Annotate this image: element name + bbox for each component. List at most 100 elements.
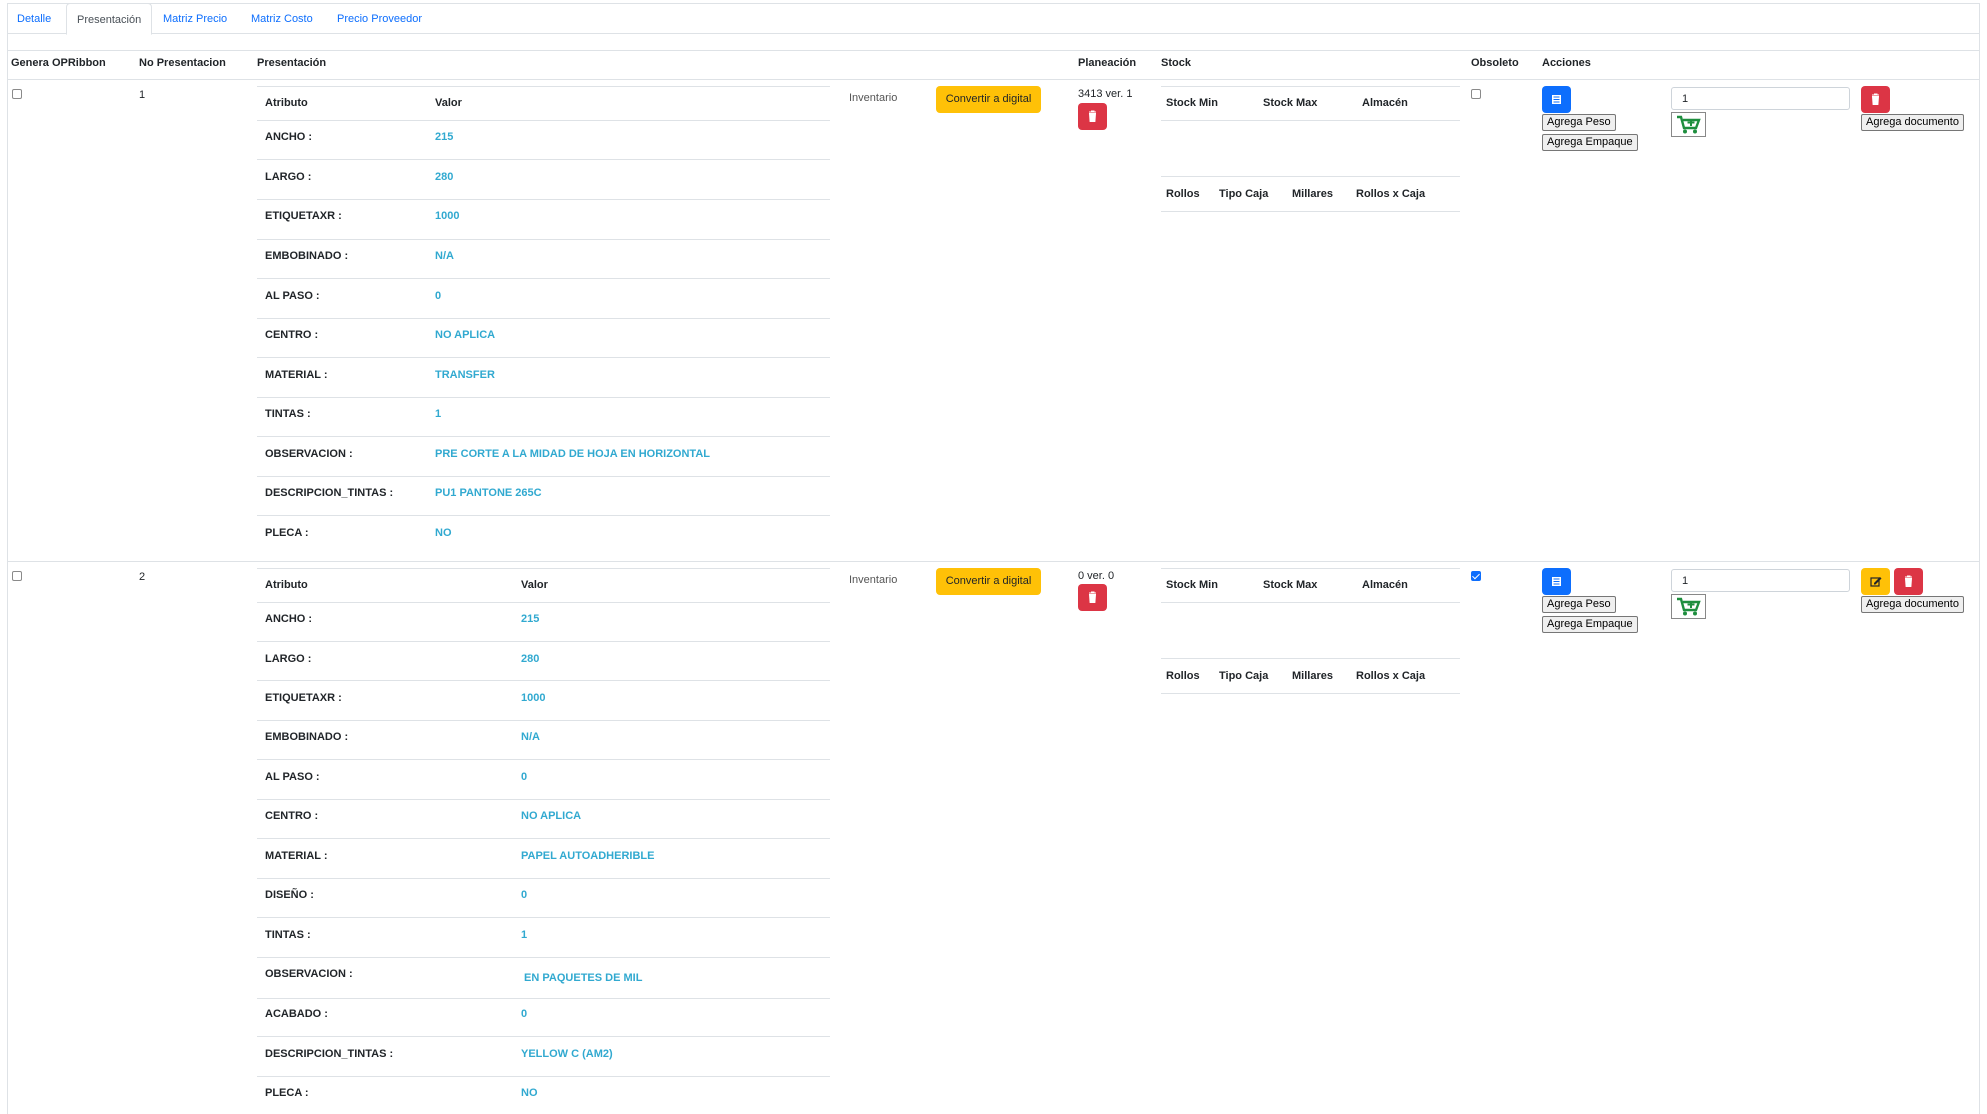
agrega-peso-button[interactable]: Agrega Peso	[1542, 114, 1616, 131]
attr-key: PLECA :	[265, 527, 309, 539]
attr-key: ANCHO :	[265, 613, 313, 625]
attr-key: TINTAS :	[265, 929, 311, 941]
stock-table: Stock Min Stock Max Almacén Rollos Tipo …	[1161, 568, 1460, 728]
attribute-table: Atributo Valor ANCHO : 215 LARGO : 280 E…	[257, 568, 830, 1114]
table-row: 2 Atributo Valor ANCHO : 215 LARGO : 280…	[0, 562, 1987, 1114]
stock-table: Stock Min Stock Max Almacén Rollos Tipo …	[1161, 86, 1460, 246]
list-icon	[1552, 577, 1561, 586]
planeacion-value: 0 ver. 0	[1078, 570, 1115, 582]
agrega-documento-button[interactable]: Agrega documento	[1861, 596, 1964, 613]
attr-value: NO	[521, 1087, 538, 1099]
col-header-stock: Stock	[1161, 57, 1191, 69]
add-to-cart-button[interactable]	[1671, 112, 1706, 137]
list-button[interactable]	[1542, 86, 1571, 113]
attr-header-atributo: Atributo	[265, 97, 308, 109]
attr-value: 215	[521, 613, 540, 625]
attr-key: CENTRO :	[265, 329, 319, 341]
attr-value: 280	[521, 653, 540, 665]
attr-key: ETIQUETAXR :	[265, 210, 342, 222]
attr-value: NO APLICA	[435, 329, 496, 341]
col-header-acciones: Acciones	[1542, 57, 1591, 69]
presentacion-number: 1	[139, 89, 146, 101]
add-to-cart-button[interactable]	[1671, 594, 1706, 619]
inventario-label: Inventario	[849, 92, 898, 104]
stock-min-header: Stock Min	[1166, 579, 1218, 591]
obsoleto-checkbox[interactable]	[1471, 571, 1481, 581]
attr-key: DESCRIPCION_TINTAS :	[265, 1048, 394, 1060]
almacen-header: Almacén	[1362, 97, 1408, 109]
agrega-empaque-button[interactable]: Agrega Empaque	[1542, 616, 1638, 633]
attr-header-atributo: Atributo	[265, 579, 308, 591]
rollos-header: Rollos	[1166, 670, 1200, 682]
stock-max-header: Stock Max	[1263, 579, 1318, 591]
tab-bar: Detalle Presentación Matriz Precio Matri…	[7, 3, 1980, 35]
col-header-no-presentacion: No Presentacion	[139, 57, 226, 69]
edit-row-button[interactable]	[1861, 568, 1890, 595]
tab-matriz-precio[interactable]: Matriz Precio	[153, 3, 237, 35]
attr-value: EN PAQUETES DE MIL	[521, 972, 643, 984]
attr-key: DISEÑO :	[265, 889, 314, 901]
attr-value: TRANSFER	[435, 369, 495, 381]
attr-key: MATERIAL :	[265, 369, 328, 381]
tipo-caja-header: Tipo Caja	[1219, 188, 1269, 200]
tab-detalle[interactable]: Detalle	[7, 3, 61, 35]
delete-row-button[interactable]	[1861, 86, 1890, 113]
convertir-digital-button[interactable]: Convertir a digital	[936, 86, 1041, 113]
attr-value: 1000	[521, 692, 546, 704]
genera-checkbox[interactable]	[12, 89, 22, 99]
attr-value: PRE CORTE A LA MIDAD DE HOJA EN HORIZONT…	[435, 448, 710, 460]
genera-checkbox[interactable]	[12, 571, 22, 581]
attr-key: ANCHO :	[265, 131, 313, 143]
attr-key: LARGO :	[265, 171, 312, 183]
rollos-header: Rollos	[1166, 188, 1200, 200]
planeacion-value: 3413 ver. 1	[1078, 88, 1133, 100]
attr-value: PU1 PANTONE 265C	[435, 487, 542, 499]
inventario-label: Inventario	[849, 574, 898, 586]
attr-value: 1	[435, 408, 442, 420]
presentacion-number: 2	[139, 571, 146, 583]
col-header-genera: Genera OPRibbon	[11, 57, 106, 69]
attr-key: PLECA :	[265, 1087, 309, 1099]
cart-plus-icon	[1677, 597, 1701, 616]
trash-icon	[1088, 591, 1097, 603]
quantity-input[interactable]: 1	[1671, 87, 1850, 110]
quantity-input[interactable]: 1	[1671, 569, 1850, 592]
agrega-peso-button[interactable]: Agrega Peso	[1542, 596, 1616, 613]
list-icon	[1552, 95, 1561, 104]
attribute-table: Atributo Valor ANCHO : 215 LARGO : 280 E…	[257, 86, 830, 556]
header-top-border	[7, 50, 1980, 51]
attr-key: AL PASO :	[265, 771, 320, 783]
list-button[interactable]	[1542, 568, 1571, 595]
attr-value: 0	[521, 889, 528, 901]
almacen-header: Almacén	[1362, 579, 1408, 591]
trash-icon	[1904, 575, 1913, 587]
trash-icon	[1088, 110, 1097, 122]
rollos-caja-header: Rollos x Caja	[1356, 670, 1426, 682]
attr-value: YELLOW C (AM2)	[521, 1048, 613, 1060]
tab-precio-proveedor[interactable]: Precio Proveedor	[327, 3, 432, 35]
attr-value: 0	[521, 1008, 528, 1020]
attr-key: CENTRO :	[265, 810, 319, 822]
convertir-digital-button[interactable]: Convertir a digital	[936, 568, 1041, 595]
attr-value: N/A	[521, 731, 540, 743]
stock-min-header: Stock Min	[1166, 97, 1218, 109]
attr-key: EMBOBINADO :	[265, 731, 349, 743]
stock-max-header: Stock Max	[1263, 97, 1318, 109]
table-row: 1 Atributo Valor ANCHO : 215 LARGO : 280…	[0, 80, 1987, 561]
attr-key: DESCRIPCION_TINTAS :	[265, 487, 394, 499]
tab-matriz-costo[interactable]: Matriz Costo	[241, 3, 323, 35]
delete-planeacion-button[interactable]	[1078, 584, 1107, 611]
rollos-caja-header: Rollos x Caja	[1356, 188, 1426, 200]
col-header-obsoleto: Obsoleto	[1471, 57, 1519, 69]
attr-key: TINTAS :	[265, 408, 311, 420]
attr-header-valor: Valor	[521, 579, 548, 591]
cart-plus-icon	[1677, 115, 1701, 134]
obsoleto-checkbox[interactable]	[1471, 89, 1481, 99]
attr-value: 0	[521, 771, 528, 783]
attr-key: EMBOBINADO :	[265, 250, 349, 262]
delete-row-button[interactable]	[1894, 568, 1923, 595]
delete-planeacion-button[interactable]	[1078, 103, 1107, 130]
agrega-documento-button[interactable]: Agrega documento	[1861, 114, 1964, 131]
agrega-empaque-button[interactable]: Agrega Empaque	[1542, 134, 1638, 151]
tab-presentacion[interactable]: Presentación	[66, 3, 153, 35]
